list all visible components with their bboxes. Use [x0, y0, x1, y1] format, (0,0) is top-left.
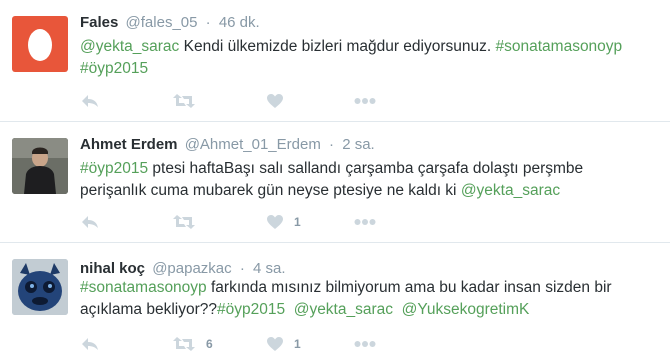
tweet-header: Fales @fales_05 · 46 dk. — [80, 14, 260, 32]
tweet-feed: Fales @fales_05 · 46 dk. @yekta_sarac Ke… — [0, 0, 670, 361]
tweet-actions — [80, 92, 400, 110]
reply-button[interactable] — [80, 213, 100, 231]
egg-icon — [28, 29, 52, 61]
mention-link[interactable]: @yekta_sarac — [80, 38, 179, 55]
tweet-text: @yekta_sarac Kendi ülkemizde bizleri mağ… — [80, 36, 660, 80]
tweet-timestamp[interactable]: 2 sa. — [342, 136, 375, 153]
reply-button[interactable] — [80, 92, 100, 110]
more-button[interactable] — [354, 213, 376, 231]
author-handle[interactable]: @fales_05 — [126, 14, 198, 31]
like-icon — [267, 215, 283, 229]
hashtag-link[interactable]: #öyp2015 — [80, 60, 148, 77]
tweet-text: #sonatamasonoyp farkında mısınız bilmiyo… — [80, 277, 655, 321]
separator: · — [239, 260, 245, 277]
like-count: 1 — [294, 337, 301, 351]
tweet-timestamp[interactable]: 4 sa. — [253, 260, 286, 277]
avatar[interactable] — [12, 259, 68, 315]
retweet-button[interactable]: 6 — [172, 335, 213, 353]
reply-icon — [82, 338, 98, 350]
more-icon — [354, 98, 376, 104]
reply-icon — [82, 95, 98, 107]
reply-icon — [82, 216, 98, 228]
hashtag-link[interactable]: #öyp2015 — [217, 301, 285, 318]
mention-link[interactable]: @yekta_sarac — [294, 301, 393, 318]
hashtag-link[interactable]: #sonatamasonoyp — [496, 38, 623, 55]
retweet-count: 6 — [206, 337, 213, 351]
tweet-timestamp[interactable]: 46 dk. — [219, 14, 260, 31]
tweet: nihal koç @papazkac · 4 sa. #sonatamason… — [0, 243, 670, 361]
text-segment — [285, 301, 294, 318]
like-icon — [267, 94, 283, 108]
more-button[interactable] — [354, 335, 376, 353]
more-button[interactable] — [354, 92, 376, 110]
like-button[interactable]: 1 — [266, 335, 301, 353]
tweet-actions: 6 1 — [80, 335, 400, 353]
like-icon — [267, 337, 283, 351]
person-photo-icon — [12, 138, 68, 194]
text-segment — [393, 301, 402, 318]
like-count: 1 — [294, 215, 301, 229]
author-name[interactable]: Fales — [80, 14, 118, 31]
mention-link[interactable]: @YuksekogretimK — [402, 301, 530, 318]
separator: · — [329, 136, 335, 153]
hashtag-link[interactable]: #öyp2015 — [80, 160, 148, 177]
retweet-button[interactable] — [172, 213, 206, 231]
avatar[interactable] — [12, 16, 68, 72]
like-button[interactable] — [266, 92, 294, 110]
author-name[interactable]: Ahmet Erdem — [80, 136, 178, 153]
tweet: Fales @fales_05 · 46 dk. @yekta_sarac Ke… — [0, 0, 670, 122]
author-name[interactable]: nihal koç — [80, 260, 145, 277]
like-button[interactable]: 1 — [266, 213, 301, 231]
more-icon — [354, 219, 376, 225]
tweet-header: Ahmet Erdem @Ahmet_01_Erdem · 2 sa. — [80, 136, 375, 154]
retweet-icon — [173, 215, 195, 229]
tweet-text: #öyp2015 ptesi haftaBaşı salı sallandı ç… — [80, 158, 640, 202]
more-icon — [354, 341, 376, 347]
retweet-icon — [173, 337, 195, 351]
tweet-header: nihal koç @papazkac · 4 sa. — [80, 260, 286, 278]
author-handle[interactable]: @papazkac — [152, 260, 231, 277]
tweet-actions: 1 — [80, 213, 400, 231]
tweet: Ahmet Erdem @Ahmet_01_Erdem · 2 sa. #öyp… — [0, 122, 670, 243]
avatar[interactable] — [12, 138, 68, 194]
author-handle[interactable]: @Ahmet_01_Erdem — [185, 136, 321, 153]
separator: · — [205, 14, 211, 31]
mention-link[interactable]: @yekta_sarac — [461, 182, 560, 199]
monster-photo-icon — [12, 259, 68, 315]
retweet-icon — [173, 94, 195, 108]
reply-button[interactable] — [80, 335, 100, 353]
text-segment: Kendi ülkemizde bizleri mağdur ediyorsun… — [179, 38, 496, 55]
hashtag-link[interactable]: #sonatamasonoyp — [80, 279, 207, 296]
retweet-button[interactable] — [172, 92, 206, 110]
